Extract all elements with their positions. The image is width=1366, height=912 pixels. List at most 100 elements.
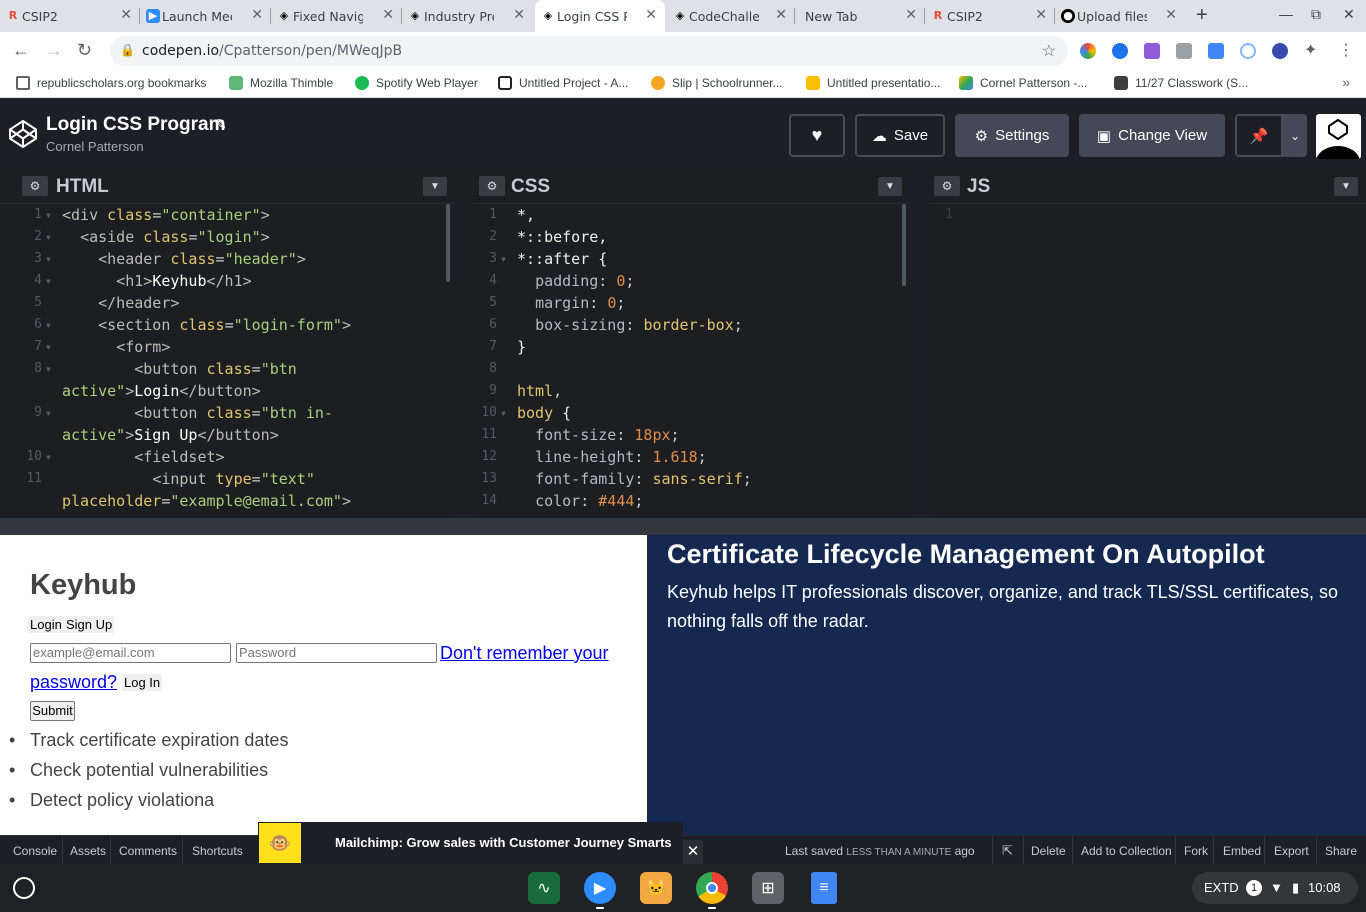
browser-tab[interactable]: New Tab ✕ — [795, 0, 925, 32]
docs-app-icon[interactable]: ≡ — [811, 872, 837, 904]
app-grid-icon — [498, 76, 512, 90]
browser-menu-icon[interactable]: ⋮ — [1338, 40, 1354, 60]
settings-button[interactable]: ⚙ Settings — [955, 114, 1069, 157]
browser-tab[interactable]: ▶ Launch Meeting - Zoom ✕ — [140, 0, 271, 32]
color-extension-icon[interactable] — [1080, 43, 1096, 59]
fork-button[interactable]: Fork — [1184, 844, 1208, 858]
geogebra-app-icon[interactable]: ∿ — [528, 872, 560, 904]
minimize-icon[interactable]: — — [1279, 6, 1293, 22]
gear-icon[interactable]: ⚙ — [934, 176, 960, 196]
zoom-app-icon[interactable]: ▶ — [584, 872, 616, 904]
open-external-icon[interactable]: ⇱ — [1002, 843, 1013, 859]
html-scrollbar[interactable] — [446, 204, 450, 282]
read-write-extension-icon[interactable] — [1144, 43, 1160, 59]
bookmark[interactable]: Mozilla Thimble — [229, 76, 333, 90]
edit-pencil-icon[interactable]: ✎ — [215, 116, 227, 133]
close-icon[interactable]: ✕ — [120, 7, 132, 23]
console-button[interactable]: Console — [13, 844, 57, 858]
signup-tab-button[interactable]: Sign Up — [64, 616, 115, 633]
new-tab-icon[interactable]: + — [1196, 4, 1208, 27]
close-icon[interactable]: ✕ — [1035, 7, 1047, 23]
browser-tab[interactable]: R CSIP2 ✕ — [0, 0, 140, 32]
like-button[interactable]: ♥ — [789, 114, 845, 157]
codepen-logo-icon[interactable] — [8, 119, 38, 149]
mailchimp-logo-icon: 🐵 — [259, 823, 301, 863]
bookmark[interactable]: Untitled Project - A... — [498, 76, 628, 90]
css-scrollbar[interactable] — [902, 204, 906, 286]
target-extension-icon[interactable] — [1240, 43, 1256, 59]
scratch-app-icon[interactable]: 🐱 — [640, 872, 672, 904]
browser-tab[interactable]: ◈ Fixed Navigation ✕ — [271, 0, 402, 32]
close-icon[interactable]: ✕ — [513, 7, 525, 23]
close-icon[interactable]: ✕ — [251, 7, 263, 23]
shield-extension-icon[interactable] — [1112, 43, 1128, 59]
reload-icon[interactable]: ↻ — [77, 40, 92, 61]
browser-tab[interactable]: ◈ CodeChallenge ✕ — [667, 0, 795, 32]
browser-tab[interactable]: ◈ Industry Precision ✕ — [402, 0, 533, 32]
bookmark[interactable]: Spotify Web Player — [355, 76, 478, 90]
k-extension-icon[interactable] — [1272, 43, 1288, 59]
browser-tab[interactable]: R CSIP2 ✕ — [925, 0, 1055, 32]
chevron-down-icon[interactable]: ▼ — [1334, 177, 1358, 196]
close-icon[interactable]: ✕ — [905, 7, 917, 23]
gear-icon[interactable]: ⚙ — [22, 176, 48, 196]
more-bookmarks-icon[interactable]: » — [1342, 74, 1350, 90]
status-tray[interactable]: EXTD 1 ▼ ▮ 10:08 — [1192, 872, 1358, 904]
tabs-extension-icon[interactable] — [1176, 43, 1192, 59]
login-button[interactable]: Log In — [122, 674, 163, 691]
bookmark[interactable]: Cornel Patterson -... — [959, 76, 1087, 90]
submit-button[interactable]: Submit — [30, 701, 75, 721]
close-icon[interactable]: ✕ — [645, 7, 657, 23]
share-button[interactable]: Share — [1325, 844, 1357, 858]
forward-arrow-icon[interactable]: → — [45, 40, 63, 61]
result-preview: Keyhub Login Sign Up example@email.com P… — [0, 535, 1366, 835]
calculator-app-icon[interactable]: ⊞ — [752, 872, 784, 904]
assets-button[interactable]: Assets — [70, 844, 106, 858]
comments-button[interactable]: Comments — [119, 844, 177, 858]
restore-icon[interactable]: ⧉ — [1311, 6, 1321, 23]
avatar[interactable] — [1316, 114, 1361, 159]
codepen-icon: ◈ — [410, 9, 420, 22]
pen-author[interactable]: Cornel Patterson — [46, 139, 144, 154]
browser-tab[interactable]: ● Upload files ✕ — [1055, 0, 1185, 32]
address-bar[interactable]: 🔒 codepen.io/Cpatterson/pen/MWeqJpB ☆ — [110, 36, 1068, 66]
forgot-password-link[interactable]: Don't remember your password? — [30, 643, 609, 692]
close-icon[interactable]: ✕ — [382, 7, 394, 23]
browser-tab-active[interactable]: ◈ Login CSS Program ✕ — [535, 0, 665, 32]
ad-banner[interactable]: 🐵 Mailchimp: Grow sales with Customer Jo… — [258, 822, 683, 863]
html-code[interactable]: 1 ▼ <div class="container"> 2 ▼ <aside clas… — [18, 204, 455, 518]
pin-dropdown-button[interactable]: ⌄ — [1283, 114, 1307, 157]
bookmark-folder[interactable]: republicscholars.org bookmarks — [16, 76, 206, 90]
translate-extension-icon[interactable] — [1208, 43, 1224, 59]
pin-button[interactable]: 📌 — [1235, 114, 1283, 157]
add-to-collection-button[interactable]: Add to Collection — [1081, 844, 1172, 858]
chevron-down-icon[interactable]: ▼ — [423, 177, 447, 196]
close-icon[interactable]: ✕ — [775, 7, 787, 23]
shortcuts-button[interactable]: Shortcuts — [192, 844, 243, 858]
close-ad-icon[interactable]: ✕ — [683, 840, 703, 864]
os-shelf: ∿ ▶ 🐱 ⊞ ≡ EXTD 1 ▼ ▮ 10:08 — [0, 864, 1366, 912]
bookmark[interactable]: Slip | Schoolrunner... — [651, 76, 783, 90]
delete-button[interactable]: Delete — [1031, 844, 1066, 858]
close-window-icon[interactable]: ✕ — [1343, 6, 1355, 23]
launcher-icon[interactable] — [13, 877, 35, 899]
js-code[interactable]: 1 — [929, 204, 1366, 518]
chrome-app-icon[interactable] — [696, 872, 728, 904]
preview-resize-handle[interactable] — [0, 518, 1366, 535]
bookmark-star-icon[interactable]: ☆ — [1042, 41, 1056, 61]
embed-button[interactable]: Embed — [1223, 844, 1261, 858]
pen-title[interactable]: Login CSS Program — [46, 114, 225, 136]
back-arrow-icon[interactable]: ← — [12, 40, 30, 61]
save-button[interactable]: ☁ Save — [855, 114, 945, 157]
bookmark[interactable]: 11/27 Classwork (S... — [1114, 76, 1248, 90]
export-button[interactable]: Export — [1274, 844, 1309, 858]
ad-text[interactable]: Mailchimp: Grow sales with Customer Jour… — [335, 835, 672, 850]
chevron-down-icon[interactable]: ▼ — [878, 177, 902, 196]
bookmark[interactable]: Untitled presentatio... — [806, 76, 940, 90]
css-code[interactable]: 1 *, 2 *::before, 3 ▼ *::after { 4 padding: … — [473, 204, 910, 518]
extensions-puzzle-icon[interactable]: ✦ — [1304, 40, 1317, 60]
change-view-button[interactable]: ▣ Change View — [1079, 114, 1225, 157]
gear-icon[interactable]: ⚙ — [479, 176, 505, 196]
close-icon[interactable]: ✕ — [1165, 7, 1177, 23]
login-tab-button[interactable]: Login — [28, 616, 64, 633]
